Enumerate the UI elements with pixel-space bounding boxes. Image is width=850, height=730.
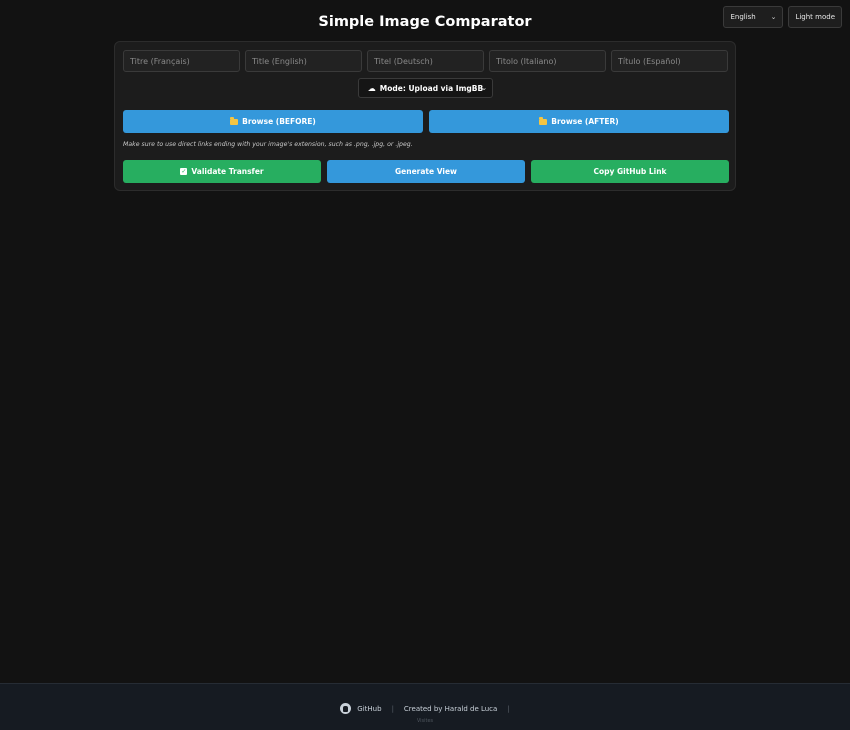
- footer-links: GitHub | Created by Harald de Luca |: [0, 703, 850, 714]
- validate-transfer-label: Validate Transfer: [191, 167, 264, 176]
- github-link[interactable]: GitHub: [340, 703, 382, 714]
- validate-transfer-button[interactable]: ✓ Validate Transfer: [123, 160, 321, 183]
- title-input-es[interactable]: [611, 50, 728, 72]
- folder-icon: [230, 116, 239, 125]
- browse-after-button[interactable]: Browse (AFTER): [429, 110, 729, 133]
- title-inputs: [123, 50, 728, 72]
- visit-counter: Visites: [416, 718, 434, 724]
- cloud-icon: ☁: [367, 83, 376, 93]
- footer-separator: |: [391, 704, 394, 713]
- browse-row: Browse (BEFORE) Browse (AFTER): [123, 110, 729, 133]
- footer: GitHub | Created by Harald de Luca | Vis…: [0, 683, 850, 730]
- browse-before-label: Browse (BEFORE): [242, 117, 316, 126]
- github-label: GitHub: [357, 704, 382, 713]
- title-input-en[interactable]: [245, 50, 362, 72]
- page: English ⌄ Light mode Simple Image Compar…: [0, 0, 850, 730]
- footer-credit: Created by Harald de Luca: [403, 704, 498, 713]
- generate-view-button[interactable]: Generate View: [327, 160, 525, 183]
- title-input-fr[interactable]: [123, 50, 240, 72]
- mode-select[interactable]: ☁ Mode: Upload via ImgBB ⌄: [358, 78, 493, 98]
- copy-github-link-button[interactable]: Copy GitHub Link: [531, 160, 729, 183]
- footer-separator: |: [507, 704, 510, 713]
- chevron-down-icon: ⌄: [481, 84, 487, 92]
- checkbox-icon: ✓: [180, 168, 188, 175]
- page-title: Simple Image Comparator: [318, 14, 532, 30]
- folder-icon: [539, 116, 548, 125]
- browse-after-label: Browse (AFTER): [551, 117, 619, 126]
- browse-before-button[interactable]: Browse (BEFORE): [123, 110, 423, 133]
- action-row: ✓ Validate Transfer Generate View Copy G…: [123, 160, 729, 183]
- title-input-de[interactable]: [367, 50, 484, 72]
- direct-link-hint: Make sure to use direct links ending wit…: [123, 141, 413, 148]
- title-input-it[interactable]: [489, 50, 606, 72]
- github-icon: [340, 703, 352, 714]
- mode-select-label: Mode: Upload via ImgBB: [379, 83, 484, 93]
- comparator-panel: ☁ Mode: Upload via ImgBB ⌄ Browse (BEFOR…: [114, 41, 736, 191]
